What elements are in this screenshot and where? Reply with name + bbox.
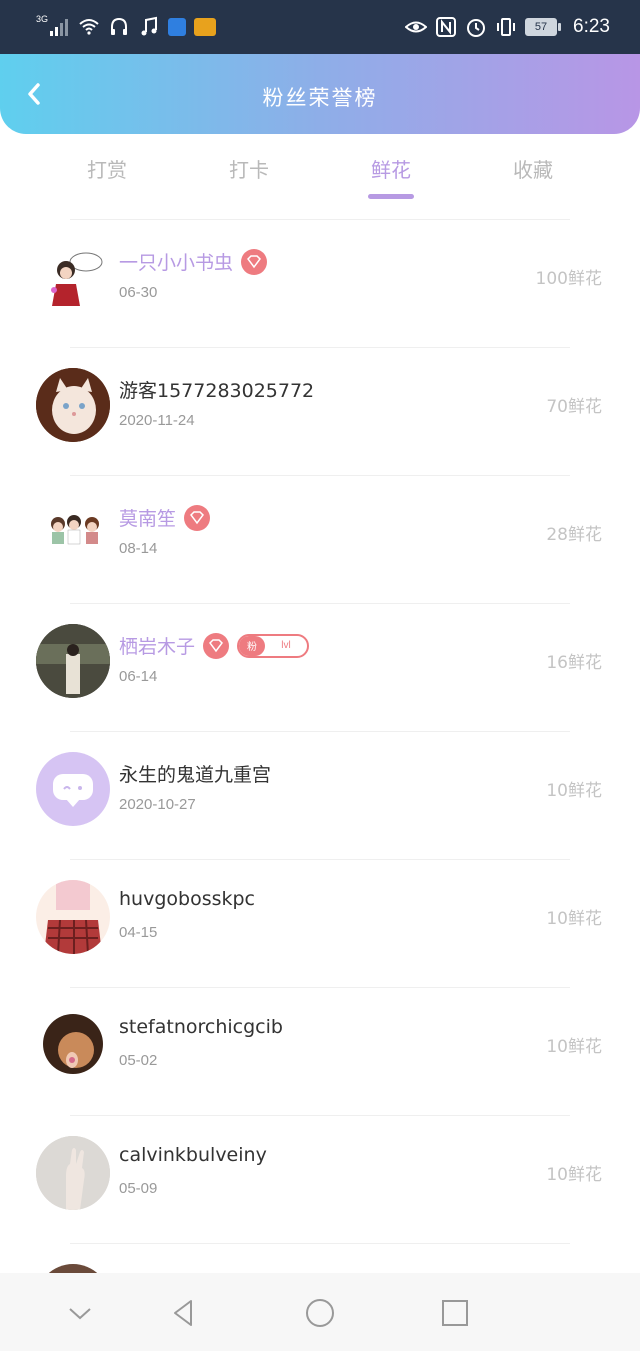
recents-square-icon[interactable]: [435, 1293, 475, 1333]
list-item[interactable]: huvgobosskpc 04-15 10鲜花: [0, 860, 640, 988]
list-item[interactable]: 永生的鬼道九重宫 2020-10-27 10鲜花: [0, 732, 640, 860]
vip-diamond-icon: [203, 632, 230, 659]
avatar: [36, 496, 110, 570]
avatar: [36, 880, 110, 954]
flower-count: 100鲜花: [535, 269, 602, 289]
fan-name-text: 莫南笙: [119, 508, 177, 530]
list-item[interactable]: stefatnorchicgcib 05-02 10鲜花: [0, 988, 640, 1116]
flower-count: 10鲜花: [546, 1165, 602, 1185]
fan-name-text: stefatnorchicgcib: [119, 1016, 283, 1038]
headset-icon: [111, 17, 128, 35]
fan-name: calvinkbulveiny: [119, 1144, 267, 1166]
flower-count: 10鲜花: [546, 909, 602, 929]
fan-badge-level: lvl: [281, 640, 291, 651]
fan-date: 2020-10-27: [119, 796, 196, 813]
list-item[interactable]: 一只小小书虫 06-30 100鲜花: [0, 220, 640, 348]
flower-count: 16鲜花: [546, 653, 602, 673]
app-header: 粉丝荣誉榜: [0, 54, 640, 134]
fan-name: 游客1577283025772: [119, 376, 314, 403]
fan-level-badge: 粉 lvl: [237, 633, 310, 658]
avatar: [36, 624, 110, 698]
tab-reward[interactable]: 打赏: [57, 154, 157, 183]
avatar: [36, 240, 110, 314]
music-icon: [141, 16, 158, 36]
tab-checkin[interactable]: 打卡: [199, 154, 299, 183]
fan-date: 05-09: [119, 1180, 158, 1197]
fan-name: 莫南笙: [119, 504, 211, 531]
back-triangle-icon[interactable]: [163, 1293, 203, 1333]
list-item[interactable]: 游客1577283025772 2020-11-24 70鲜花: [0, 348, 640, 476]
flower-count: 10鲜花: [546, 1037, 602, 1057]
status-bar: 3G 57 6:23: [0, 0, 640, 54]
home-circle-icon[interactable]: [300, 1293, 340, 1333]
flower-count: 28鲜花: [546, 525, 602, 545]
vip-diamond-icon: [184, 504, 211, 531]
tab-flowers[interactable]: 鲜花: [341, 154, 441, 183]
page-title: 粉丝荣誉榜: [262, 86, 378, 110]
nfc-icon: [436, 17, 457, 37]
flower-count: 10鲜花: [546, 781, 602, 801]
fan-date: 05-02: [119, 1052, 158, 1069]
network-type: 3G: [36, 14, 49, 24]
avatar: [36, 1008, 110, 1082]
fan-name-text: huvgobosskpc: [119, 888, 256, 910]
fan-name: 永生的鬼道九重宫: [119, 760, 271, 787]
shield-app-icon: [168, 18, 187, 36]
fan-name-text: 永生的鬼道九重宫: [119, 764, 272, 786]
fan-name: 一只小小书虫: [119, 248, 268, 275]
fan-date: 06-30: [119, 284, 158, 301]
fan-name-text: calvinkbulveiny: [119, 1144, 267, 1166]
signal-icon: [50, 19, 69, 36]
vibrate-icon: [497, 18, 516, 36]
fan-date: 2020-11-24: [119, 412, 195, 429]
fan-name-text: 游客1577283025772: [119, 380, 315, 402]
battery-level: 57: [525, 18, 558, 36]
fan-ranking-list: 一只小小书虫 06-30 100鲜花 游客1577283025772 2020-…: [0, 220, 640, 1351]
fan-badge-prefix: 粉: [239, 635, 266, 656]
flower-count: 70鲜花: [546, 397, 602, 417]
fan-name: huvgobosskpc: [119, 888, 255, 910]
active-tab-indicator: [368, 194, 414, 199]
wifi-icon: [79, 19, 99, 35]
alarm-icon: [467, 19, 486, 37]
fan-date: 08-14: [119, 540, 158, 557]
fan-date: 04-15: [119, 924, 158, 941]
fan-name-text: 一只小小书虫: [119, 252, 234, 274]
fan-name: 栖岩木子 粉 lvl: [119, 632, 310, 659]
avatar: [36, 752, 110, 826]
fan-name: stefatnorchicgcib: [119, 1016, 283, 1038]
fan-date: 06-14: [119, 668, 158, 685]
chevron-down-icon[interactable]: [60, 1293, 100, 1333]
fan-name-text: 栖岩木子: [119, 636, 196, 658]
avatar: [36, 368, 110, 442]
clock: 6:23: [573, 16, 610, 37]
vip-diamond-icon: [241, 248, 268, 275]
tab-bar: 打赏 打卡 鲜花 收藏: [0, 134, 640, 220]
weibo-icon: [194, 18, 217, 36]
list-item[interactable]: 栖岩木子 粉 lvl 06-14 16鲜花: [0, 604, 640, 732]
list-item[interactable]: calvinkbulveiny 05-09 10鲜花: [0, 1116, 640, 1244]
tab-favorites[interactable]: 收藏: [483, 154, 583, 183]
battery-icon: 57: [525, 18, 562, 36]
avatar: [36, 1136, 110, 1210]
eye-icon: [405, 21, 428, 33]
list-item[interactable]: 莫南笙 08-14 28鲜花: [0, 476, 640, 604]
system-nav-bar: [0, 1273, 640, 1351]
